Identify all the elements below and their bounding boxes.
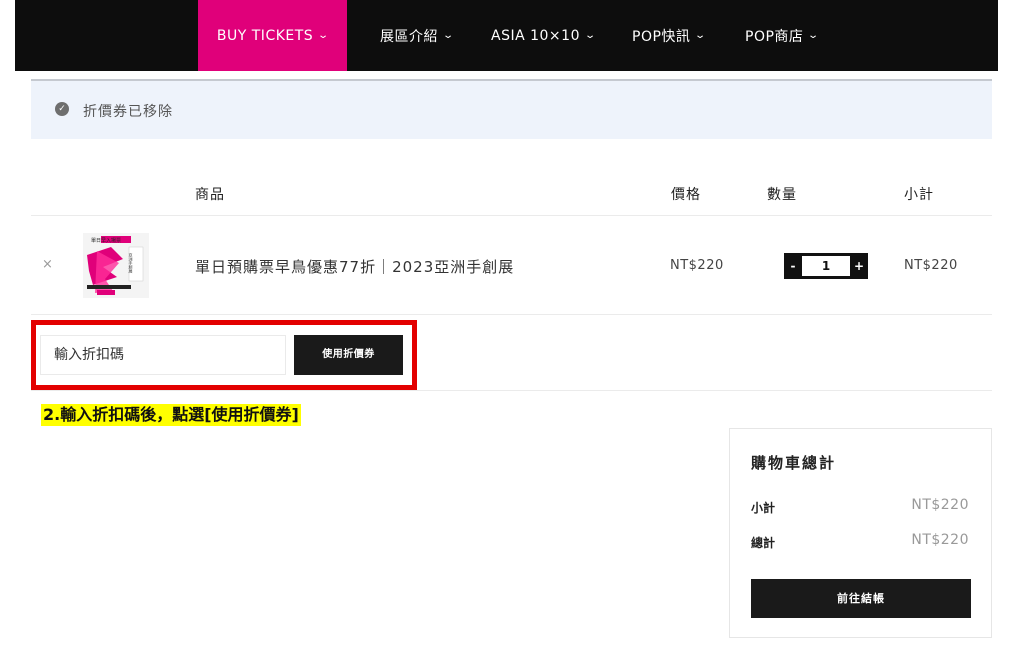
remove-item-button[interactable]: × — [42, 257, 53, 272]
quantity-stepper: - 1 + — [784, 253, 868, 279]
coupon-code-input[interactable] — [40, 335, 286, 375]
divider — [31, 314, 992, 315]
cart-totals-title: 購物車總計 — [751, 454, 837, 472]
nav-exhibition[interactable]: 展區介紹 ⌄ — [380, 0, 455, 71]
apply-coupon-button[interactable]: 使用折價券 — [294, 335, 403, 375]
thumb-top-text: 單日早入場票 — [91, 237, 121, 244]
nav-asia-10x10[interactable]: ASIA 10×10 ⌄ — [491, 0, 597, 71]
total-value: NT$220 — [911, 532, 969, 548]
product-price: NT$220 — [670, 258, 724, 273]
chevron-down-icon: ⌄ — [694, 30, 708, 41]
divider — [31, 215, 992, 216]
proceed-to-checkout-button[interactable]: 前往結帳 — [751, 579, 971, 618]
divider — [31, 390, 992, 391]
chevron-down-icon: ⌄ — [807, 30, 821, 41]
ticket-artwork: 單日早入場票 亞洲手創展 — [83, 233, 149, 298]
quantity-increase-button[interactable]: + — [850, 253, 868, 279]
header-price: 價格 — [671, 187, 701, 203]
nav-exhibition-label: 展區介紹 — [380, 28, 438, 45]
instruction-annotation: 2.輸入折扣碼後，點選[使用折價券] — [41, 404, 301, 426]
notice-text: 折價券已移除 — [83, 104, 173, 120]
nav-buy-tickets[interactable]: BUY TICKETS ⌄ — [198, 0, 347, 71]
quantity-input[interactable]: 1 — [802, 256, 850, 276]
total-label: 總計 — [751, 536, 776, 550]
check-circle-icon: ✓ — [55, 102, 69, 116]
nav-asia-label: ASIA 10×10 — [491, 27, 580, 44]
subtotal-value: NT$220 — [911, 497, 969, 513]
chevron-down-icon: ⌄ — [442, 30, 455, 41]
header-quantity: 數量 — [767, 187, 797, 203]
nav-pop-shop[interactable]: POP商店 ⌄ — [745, 0, 821, 71]
chevron-down-icon: ⌄ — [317, 30, 330, 41]
row-subtotal: NT$220 — [904, 258, 958, 273]
chevron-down-icon: ⌄ — [584, 30, 597, 41]
header-subtotal: 小計 — [904, 187, 934, 203]
product-name-link[interactable]: 單日預購票早鳥優惠77折｜2023亞洲手創展 — [195, 256, 514, 277]
nav-pop-shop-label: POP商店 — [745, 28, 804, 45]
product-thumbnail[interactable]: 單日早入場票 亞洲手創展 — [83, 233, 149, 298]
nav-pop-news[interactable]: POP快訊 ⌄ — [632, 0, 708, 71]
nav-buy-tickets-label: BUY TICKETS — [216, 27, 314, 44]
nav-pop-news-label: POP快訊 — [632, 28, 691, 45]
thumb-side-text: 亞洲手創展 — [129, 253, 134, 274]
header-product: 商品 — [195, 187, 225, 203]
coupon-removed-notice: ✓ 折價券已移除 — [31, 79, 992, 139]
quantity-decrease-button[interactable]: - — [784, 253, 802, 279]
subtotal-label: 小計 — [751, 501, 776, 515]
